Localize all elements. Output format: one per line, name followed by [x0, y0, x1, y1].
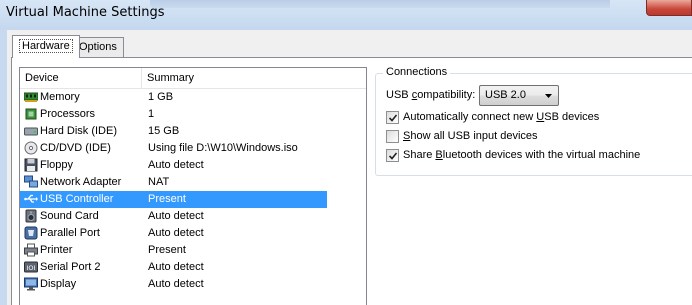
device-summary: Present [148, 244, 186, 256]
device-summary: Present [148, 193, 186, 205]
memory-icon [24, 92, 38, 102]
device-row-parallel-port[interactable]: Parallel Port Auto detect [20, 225, 327, 242]
usb-compatibility-value: USB 2.0 [485, 89, 526, 101]
device-name: Serial Port 2 [40, 261, 101, 273]
device-name: Sound Card [40, 210, 99, 222]
checkbox-box[interactable] [386, 111, 399, 124]
device-name: Network Adapter [40, 176, 122, 188]
device-summary: NAT [148, 176, 170, 188]
processor-icon [25, 108, 37, 120]
usb-compatibility-label-end: ompatibility: [417, 89, 476, 101]
tab-hardware-label: Hardware [19, 39, 73, 53]
device-row-sound-card[interactable]: Sound Card Auto detect [20, 208, 327, 225]
column-header-device[interactable]: Device [20, 68, 142, 88]
show-all-usb-input-label-end: how all USB input devices [410, 130, 538, 142]
checkmark-icon [389, 152, 397, 160]
device-row-memory[interactable]: Memory 1 GB [20, 89, 327, 106]
device-name: USB Controller [40, 193, 114, 205]
device-summary: Auto detect [148, 159, 204, 171]
auto-connect-usb-label-start: Automatically connect new [403, 111, 537, 123]
show-all-usb-input-label: Show all USB input devices [403, 130, 538, 142]
device-summary: Using file D:\W10\Windows.iso [148, 142, 298, 154]
device-name: Hard Disk (IDE) [40, 125, 118, 137]
parallel-port-icon [24, 226, 38, 240]
display-icon [24, 277, 38, 291]
share-bluetooth-label-end: luetooth devices with the virtual machin… [442, 149, 641, 161]
device-name: Display [40, 278, 77, 290]
connections-legend: Connections [383, 66, 451, 78]
device-row-cd-dvd[interactable]: CD/DVD (IDE) Using file D:\W10\Windows.i… [20, 140, 327, 157]
device-row-serial-port[interactable]: IOI Serial Port 2 Auto detect [20, 259, 327, 276]
device-row-display[interactable]: Display Auto detect [20, 276, 327, 293]
tab-hardware[interactable]: Hardware [12, 35, 80, 58]
device-name: CD/DVD (IDE) [40, 142, 111, 154]
checkbox-box[interactable] [386, 130, 399, 143]
sound-card-icon [25, 209, 37, 223]
svg-text:IOI: IOI [27, 264, 36, 272]
device-summary: Auto detect [148, 210, 204, 222]
list-header: Device Summary [20, 68, 366, 89]
tab-options-label: Options [79, 41, 117, 53]
close-button[interactable] [646, 0, 692, 16]
device-row-usb-controller[interactable]: USB Controller Present [20, 191, 327, 208]
device-name: Floppy [40, 159, 74, 171]
device-row-processors[interactable]: Processors 1 [20, 106, 327, 123]
device-summary: 1 [148, 108, 155, 120]
device-row-printer[interactable]: Printer Present [20, 242, 327, 259]
device-row-floppy[interactable]: Floppy Auto detect [20, 157, 327, 174]
device-name: Printer [40, 244, 73, 256]
device-row-hard-disk[interactable]: Hard Disk (IDE) 15 GB [20, 123, 327, 140]
device-summary: Auto detect [148, 261, 204, 273]
usb-icon [24, 194, 38, 203]
device-summary: 1 GB [148, 91, 174, 103]
auto-connect-usb-label-end: SB devices [544, 111, 600, 123]
checkmark-icon [389, 114, 397, 122]
device-summary: Auto detect [148, 278, 204, 290]
serial-port-icon: IOI [24, 261, 38, 273]
auto-connect-usb-label: Automatically connect new USB devices [403, 111, 599, 123]
cd-dvd-icon [24, 141, 38, 155]
printer-icon [24, 243, 38, 257]
window-title: Virtual Machine Settings [6, 5, 165, 20]
usb-compatibility-label: USB compatibility: [386, 89, 475, 101]
title-bar-caption-strip [150, 0, 610, 8]
column-header-summary[interactable]: Summary [142, 68, 366, 88]
share-bluetooth-label-start: Share [403, 149, 436, 161]
device-summary: Auto detect [148, 227, 204, 239]
device-name: Memory [40, 91, 80, 103]
device-name: Processors [40, 108, 96, 120]
title-bar: Virtual Machine Settings [0, 0, 692, 30]
device-summary: 15 GB [148, 125, 180, 137]
checkbox-box[interactable] [386, 149, 399, 162]
hard-disk-icon [24, 127, 38, 136]
chevron-down-icon [545, 94, 552, 98]
share-bluetooth-label-accesskey: B [435, 149, 443, 161]
tab-options[interactable]: Options [72, 37, 124, 58]
floppy-icon [24, 158, 38, 172]
device-name: Parallel Port [40, 227, 100, 239]
usb-compatibility-select[interactable]: USB 2.0 [479, 85, 559, 106]
device-list[interactable]: Device Summary Memory 1 GB Processors 1 [19, 67, 367, 305]
share-bluetooth-label: Share Bluetooth devices with the virtual… [403, 149, 640, 161]
usb-compatibility-label-start: USB [386, 89, 412, 101]
settings-window: Options Hardware Device Summary Memory 1… [7, 30, 692, 305]
network-adapter-icon [24, 175, 38, 188]
device-row-network-adapter[interactable]: Network Adapter NAT [20, 174, 327, 191]
